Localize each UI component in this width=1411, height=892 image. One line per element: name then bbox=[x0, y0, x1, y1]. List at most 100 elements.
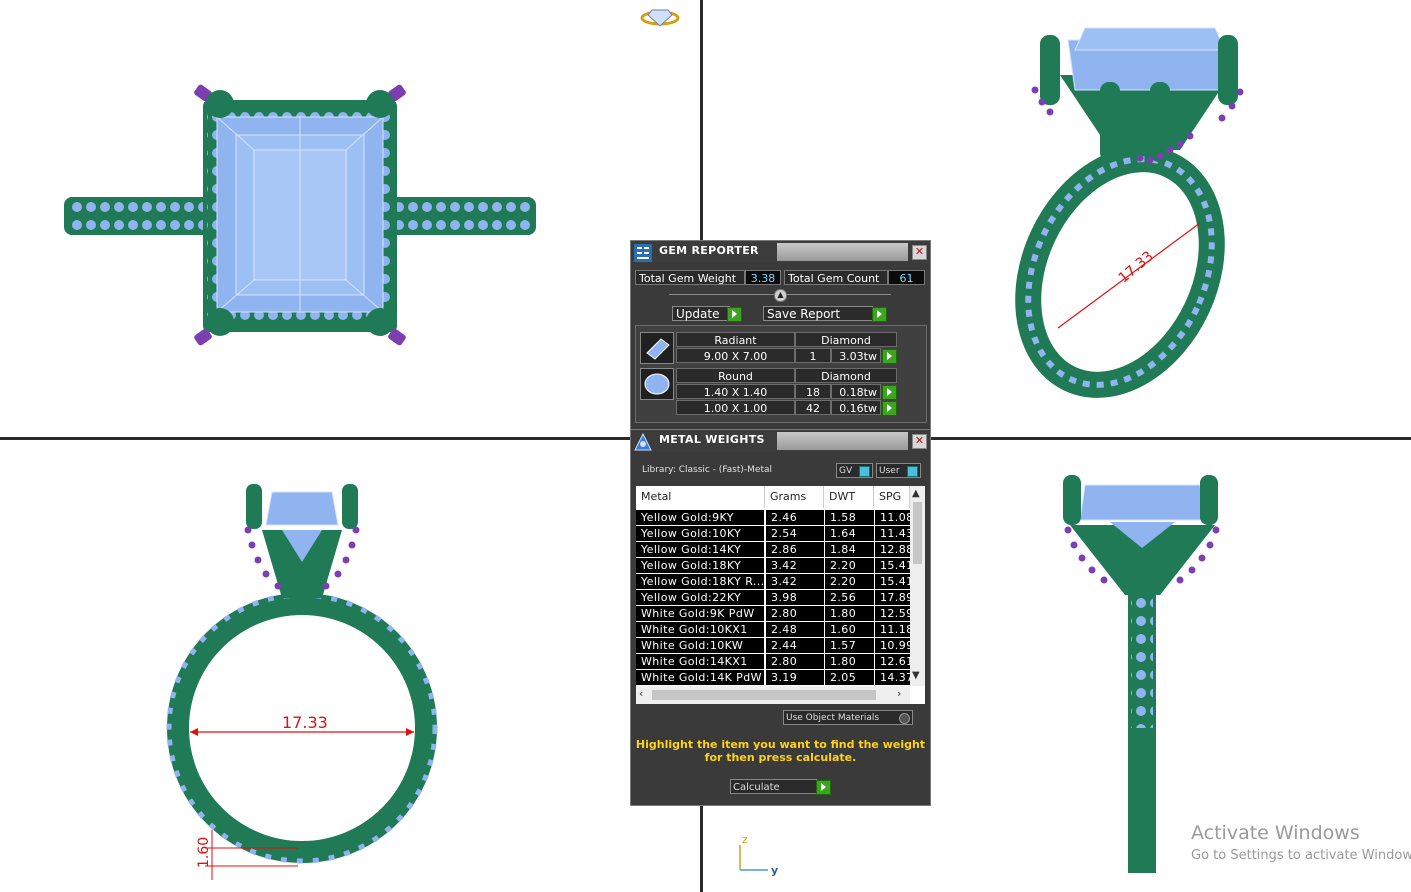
shank-thickness-dimension: 1.60 bbox=[196, 837, 212, 868]
gem-count: 1 bbox=[795, 348, 831, 363]
metal-name: White Gold:14K PdW bbox=[636, 670, 764, 685]
metal-name: Yellow Gold:18KY R... bbox=[636, 574, 764, 589]
grams-value: 3.98 bbox=[766, 590, 824, 605]
calculate-go-icon[interactable] bbox=[816, 780, 831, 795]
metal-weights-drag-handle[interactable] bbox=[777, 432, 908, 450]
column-header-metal[interactable]: Metal bbox=[636, 486, 765, 508]
dwt-value: 1.80 bbox=[825, 654, 874, 669]
gem-reporter-drag-handle[interactable] bbox=[777, 243, 908, 261]
dwt-value: 1.58 bbox=[825, 510, 874, 525]
gem-reporter-close-icon[interactable]: ✕ bbox=[912, 245, 927, 260]
vertical-scrollbar[interactable]: ▲ ▼ bbox=[910, 486, 925, 686]
table-row[interactable]: White Gold:10KX12.481.6011.18 bbox=[636, 622, 910, 638]
grams-value: 2.86 bbox=[766, 542, 824, 557]
total-gem-weight-value: 3.38 bbox=[745, 270, 781, 285]
gv-toggle-knob bbox=[859, 466, 870, 477]
metal-name: White Gold:10KX1 bbox=[636, 622, 764, 637]
select-gem-row-go-icon[interactable] bbox=[882, 349, 897, 364]
hint-line-1: Highlight the item you want to find the … bbox=[635, 738, 926, 751]
hint-line-2: for then press calculate. bbox=[704, 751, 857, 764]
table-row[interactable]: Yellow Gold:10KY2.541.6411.43 bbox=[636, 526, 910, 542]
gem-reporter-icon bbox=[634, 244, 652, 262]
calculate-button[interactable]: Calculate bbox=[730, 779, 817, 794]
gem-weight: 3.03tw bbox=[831, 348, 881, 363]
library-label: Library: Classic - (Fast)-Metal bbox=[642, 465, 773, 475]
activate-windows-title: Activate Windows bbox=[1191, 822, 1360, 844]
top-view-ring bbox=[64, 84, 536, 346]
table-row[interactable]: Yellow Gold:14KY2.861.8412.88 bbox=[636, 542, 910, 558]
spg-value: 17.89 bbox=[875, 590, 910, 605]
metal-weights-titlebar[interactable]: METAL WEIGHTS ✕ bbox=[631, 430, 930, 452]
round-gem-thumbnail[interactable] bbox=[640, 368, 674, 400]
spg-value: 11.18 bbox=[875, 622, 910, 637]
metal-name: Yellow Gold:10KY bbox=[636, 526, 764, 541]
horizontal-scrollbar[interactable]: ‹ › bbox=[636, 686, 910, 704]
grams-value: 2.44 bbox=[766, 638, 824, 653]
metal-name: White Gold:9K PdW bbox=[636, 606, 764, 621]
front-view-ring: 17.33 1.60 bbox=[166, 484, 438, 880]
scroll-thumb[interactable] bbox=[913, 502, 922, 564]
table-row[interactable]: Yellow Gold:18KY R...3.422.2015.41 bbox=[636, 574, 910, 590]
collapse-toggle-icon[interactable]: ▲ bbox=[774, 289, 787, 302]
metal-name: Yellow Gold:18KY bbox=[636, 558, 764, 573]
dwt-value: 1.64 bbox=[825, 526, 874, 541]
column-header-spg[interactable]: SPG bbox=[874, 486, 910, 508]
gem-material-round: Diamond bbox=[795, 368, 897, 383]
metal-name: Yellow Gold:22KY bbox=[636, 590, 764, 605]
activate-windows-subtitle: Go to Settings to activate Windows. bbox=[1191, 848, 1411, 863]
user-toggle-label: User bbox=[879, 466, 900, 476]
table-row[interactable]: Yellow Gold:22KY3.982.5617.89 bbox=[636, 590, 910, 606]
save-report-go-icon[interactable] bbox=[872, 307, 887, 322]
metal-weights-close-icon[interactable]: ✕ bbox=[912, 434, 927, 449]
radiant-gem-thumbnail[interactable] bbox=[640, 332, 674, 364]
update-button[interactable]: Update bbox=[672, 306, 730, 321]
total-gem-count-label: Total Gem Count bbox=[784, 270, 888, 285]
table-row[interactable]: White Gold:10KW2.441.5710.99 bbox=[636, 638, 910, 654]
scroll-right-icon[interactable]: › bbox=[897, 687, 901, 700]
scroll-left-icon[interactable]: ‹ bbox=[639, 687, 643, 700]
grams-value: 2.48 bbox=[766, 622, 824, 637]
gem-size: 1.00 X 1.00 bbox=[676, 400, 795, 415]
update-go-icon[interactable] bbox=[727, 307, 742, 322]
scale-icon bbox=[634, 432, 652, 451]
table-row[interactable]: White Gold:9K PdW2.801.8012.59 bbox=[636, 606, 910, 622]
round-gem-icon bbox=[644, 373, 670, 395]
horizontal-scroll-thumb[interactable] bbox=[652, 690, 876, 700]
column-header-dwt[interactable]: DWT bbox=[824, 486, 874, 508]
scroll-up-icon[interactable]: ▲ bbox=[912, 488, 920, 499]
select-gem-row-go-icon[interactable] bbox=[882, 401, 897, 416]
use-object-materials-toggle[interactable]: Use Object Materials bbox=[783, 710, 913, 725]
side-view-ring bbox=[1063, 475, 1220, 873]
table-row[interactable]: White Gold:14K PdW3.192.0514.37 bbox=[636, 670, 910, 686]
grams-value: 2.80 bbox=[766, 606, 824, 621]
gem-size: 9.00 X 7.00 bbox=[676, 348, 795, 363]
scroll-down-icon[interactable]: ▼ bbox=[912, 670, 920, 681]
metal-weights-title: METAL WEIGHTS bbox=[659, 433, 765, 446]
metal-weights-table[interactable]: Metal Grams DWT SPG Yellow Gold:9KY 2.46 1… bbox=[636, 486, 925, 704]
user-toggle-knob bbox=[907, 466, 918, 477]
use-object-materials-label: Use Object Materials bbox=[786, 713, 880, 723]
gem-shape-round: Round bbox=[676, 368, 795, 383]
update-button-label: Update bbox=[676, 307, 720, 321]
gv-toggle[interactable]: GV bbox=[836, 463, 873, 478]
table-row[interactable]: Yellow Gold:18KY3.422.2015.41 bbox=[636, 558, 910, 574]
spg-value: 10.99 bbox=[875, 638, 910, 653]
total-gem-count-value: 61 bbox=[888, 270, 925, 285]
gem-weight: 0.16tw bbox=[831, 400, 881, 415]
gem-count: 18 bbox=[795, 384, 831, 399]
spg-value: 12.59 bbox=[875, 606, 910, 621]
dwt-value: 1.57 bbox=[825, 638, 874, 653]
select-gem-row-go-icon[interactable] bbox=[882, 385, 897, 400]
table-row[interactable]: Yellow Gold:9KY2.461.5811.08 bbox=[636, 510, 910, 526]
metal-name: White Gold:10KW bbox=[636, 638, 764, 653]
user-toggle[interactable]: User bbox=[876, 463, 921, 478]
gem-material-radiant: Diamond bbox=[795, 332, 897, 347]
gem-reporter-titlebar[interactable]: GEM REPORTER ✕ bbox=[631, 241, 930, 263]
save-report-button[interactable]: Save Report bbox=[763, 306, 873, 321]
column-header-grams[interactable]: Grams bbox=[765, 486, 824, 508]
gem-size: 1.40 X 1.40 bbox=[676, 384, 795, 399]
gem-reporter-title: GEM REPORTER bbox=[659, 244, 759, 257]
dwt-value: 2.56 bbox=[825, 590, 874, 605]
table-row[interactable]: White Gold:14KX12.801.8012.61 bbox=[636, 654, 910, 670]
ring-size-dimension: 17.33 bbox=[282, 713, 328, 732]
